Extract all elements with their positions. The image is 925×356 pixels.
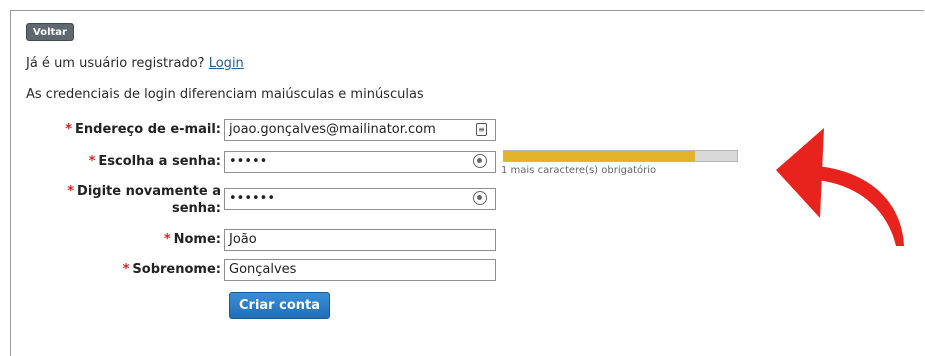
required-marker: * bbox=[122, 262, 130, 277]
last-name-label: * Sobrenome: bbox=[122, 262, 221, 277]
password-strength-fill bbox=[504, 151, 696, 161]
password-label: * Escolha a senha: bbox=[88, 154, 221, 169]
required-marker: * bbox=[65, 122, 73, 137]
password-field[interactable]: ••••• bbox=[224, 151, 496, 173]
required-marker: * bbox=[88, 154, 96, 169]
password-strength-hint: 1 mais caractere(s) obrigatório bbox=[501, 165, 657, 176]
contact-card-icon[interactable]: ≡ bbox=[476, 123, 487, 136]
password-value: ••••• bbox=[229, 154, 268, 169]
last-name-field[interactable]: Gonçalves bbox=[224, 259, 496, 281]
email-field[interactable]: joao.gonçalves@mailinator.com ≡ bbox=[224, 119, 496, 141]
show-password-confirm-icon[interactable] bbox=[473, 191, 487, 205]
registered-user-text: Já é um usuário registrado? bbox=[26, 56, 205, 71]
first-name-value: João bbox=[229, 232, 257, 247]
first-name-label: * Nome: bbox=[163, 232, 221, 247]
registered-user-prompt: Já é um usuário registrado? Login bbox=[26, 56, 244, 71]
email-label: * Endereço de e-mail: bbox=[65, 122, 221, 137]
back-button[interactable]: Voltar bbox=[26, 23, 74, 41]
curved-arrow-icon bbox=[776, 128, 904, 246]
password-confirm-label: * Digite novamente a senha: bbox=[67, 184, 221, 216]
show-password-icon[interactable] bbox=[473, 154, 487, 168]
required-marker: * bbox=[163, 232, 171, 247]
password-confirm-value: •••••• bbox=[229, 191, 276, 206]
last-name-value: Gonçalves bbox=[229, 262, 297, 277]
password-strength-bar bbox=[503, 150, 738, 162]
create-account-button[interactable]: Criar conta bbox=[229, 292, 330, 319]
email-value: joao.gonçalves@mailinator.com bbox=[229, 122, 436, 137]
login-link[interactable]: Login bbox=[209, 56, 244, 71]
password-confirm-field[interactable]: •••••• bbox=[224, 188, 496, 210]
arrow-shaft bbox=[818, 166, 904, 246]
arrow-head bbox=[776, 128, 824, 218]
required-marker: * bbox=[67, 184, 75, 199]
first-name-field[interactable]: João bbox=[224, 229, 496, 251]
case-sensitive-notice: As credenciais de login diferenciam maiú… bbox=[26, 87, 424, 102]
